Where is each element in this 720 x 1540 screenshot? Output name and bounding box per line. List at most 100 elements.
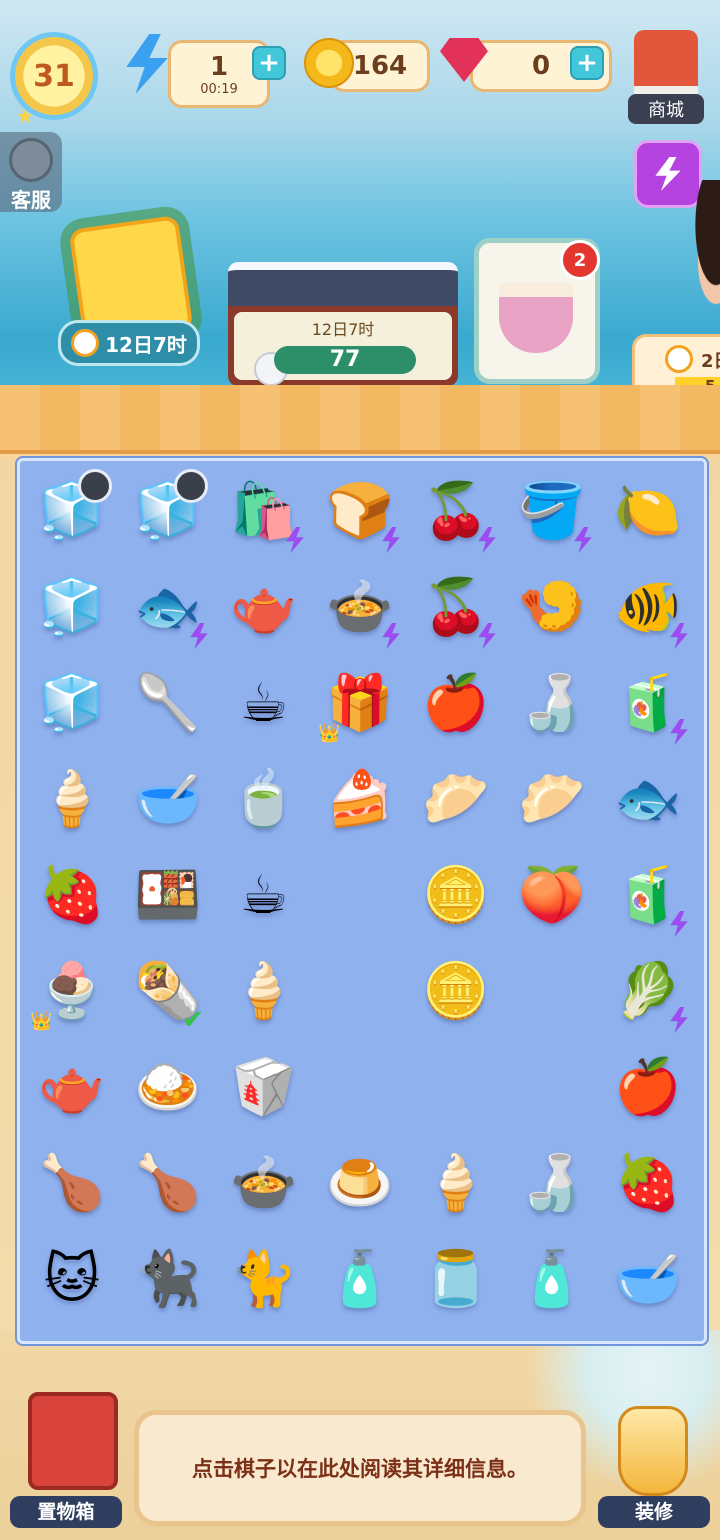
fish-cake-icon: 🐟	[134, 575, 202, 638]
board-item-green-pitcher[interactable]: 🫖	[218, 561, 310, 653]
board-item-fish-plate[interactable]: 🐟	[602, 753, 694, 845]
board-item-soft-serve[interactable]: 🍦	[218, 945, 310, 1037]
board-item-blue-fridge[interactable]: 🧊	[122, 465, 214, 557]
board-item-strawberry[interactable]: 🍓	[602, 1137, 694, 1229]
white-cat-icon: 🐱	[43, 1247, 101, 1310]
roast-leg-icon: 🍗	[38, 1151, 106, 1214]
board-item-strawberry[interactable]: 🍓	[26, 849, 118, 941]
add-gem-button[interactable]: +	[570, 46, 604, 80]
board-item-fish-bowl[interactable]: 🐠	[602, 561, 694, 653]
board-item-steamed-bun[interactable]: 🥟	[506, 753, 598, 845]
star-icon: ★	[16, 104, 34, 128]
board-item-green-blender[interactable]: 🧃	[602, 849, 694, 941]
storage-box-icon	[28, 1392, 118, 1490]
customer-service-button[interactable]: 客服	[0, 132, 62, 212]
board-item-fried-shrimp[interactable]: 🍤	[506, 561, 598, 653]
board-item-apple[interactable]: 🍎	[602, 1041, 694, 1133]
apple-icon: 🍎	[614, 1055, 682, 1118]
juice-blender-icon: 🧃	[614, 671, 682, 734]
board-item-wrap[interactable]: 🌯 ✔	[122, 945, 214, 1037]
black-cat-icon: 🐈‍⬛	[134, 1247, 202, 1310]
storage-button[interactable]: 置物箱	[10, 1388, 122, 1528]
merge-board: 🧊 🧊 🛍️ 🍞 🍒 🪣 🍋 🧊 🐟 🫖 🍲 🍒 🍤 🐠 🧊 🥄 ☕ 🎁 👑 🍎 🍶 🧃 🍦 🥣 🍵 🍰 🥟 🥟 🐟 🍓 🍱 ☕ 🪙 🍑 🧃 🍨 👑 🌯 ✔…	[17, 458, 707, 1344]
board-item-takeout-box[interactable]: 🥡	[218, 1041, 310, 1133]
board-item-ice-cubes[interactable]: 🧊	[26, 657, 118, 749]
paper-bag-icon: 🛍️	[230, 479, 298, 542]
board-item-tea-cup[interactable]: ☕	[218, 657, 310, 749]
board-item-vegetable-basket[interactable]: 🥬	[602, 945, 694, 1037]
board-item-black-cat[interactable]: 🐈‍⬛	[122, 1233, 214, 1325]
green-blender-icon: 🧃	[614, 863, 682, 926]
order-badge: 2	[560, 240, 600, 280]
add-energy-button[interactable]: +	[252, 46, 286, 80]
board-item-yellow-bucket[interactable]: 🪣	[506, 465, 598, 557]
board-item-fish-cake[interactable]: 🐟	[122, 561, 214, 653]
timer-icon	[78, 469, 112, 503]
strawberry-icon: 🍓	[38, 863, 106, 926]
decorate-label: 装修	[598, 1496, 710, 1528]
board-item-cream-jar[interactable]: 🫙	[410, 1233, 502, 1325]
board-item-bowl[interactable]: 🥣	[602, 1233, 694, 1325]
board-item-dessert-cup[interactable]: 🍮	[314, 1137, 406, 1229]
shop-button[interactable]: 商城	[628, 30, 704, 124]
board-item-ice-bowl[interactable]: 🧊	[26, 561, 118, 653]
board-item-white-cat[interactable]: 🐱	[26, 1233, 118, 1325]
board-item-toast-tray[interactable]: 🍞	[314, 465, 406, 557]
board-item-peach[interactable]: 🍑	[506, 849, 598, 941]
board-item-blue-fridge[interactable]: 🧊	[26, 465, 118, 557]
mystery-box-icon: 🎁	[326, 671, 394, 734]
board-item-soft-serve[interactable]: 🍦	[410, 1137, 502, 1229]
board-item-bento-box[interactable]: 🍱	[122, 849, 214, 941]
steamed-bun-icon: 🥟	[518, 767, 586, 830]
board-item-coin[interactable]: 🪙	[410, 849, 502, 941]
board-item-orange-cat[interactable]: 🐈	[218, 1233, 310, 1325]
board-item-coin[interactable]: 🪙	[410, 945, 502, 1037]
board-item-sake-set[interactable]: 🍶	[506, 1137, 598, 1229]
energy-timer: 00:19	[200, 81, 238, 97]
board-item-roast-chicken[interactable]: 🍗	[122, 1137, 214, 1229]
tea-cup-icon: ☕	[239, 671, 289, 734]
board-item-mystery-box[interactable]: 🎁 👑	[314, 657, 406, 749]
board-item-soup-bowl[interactable]: 🍲	[218, 1137, 310, 1229]
bento-box-icon: 🍱	[134, 863, 202, 926]
board-item-pomegranate[interactable]: 🍎	[410, 657, 502, 749]
sundae-bowl-icon: 🍨	[38, 959, 106, 1022]
board-item-sundae-bowl[interactable]: 🍨 👑	[26, 945, 118, 1037]
coin-icon: 🪙	[422, 959, 490, 1022]
crown-icon: 👑	[318, 723, 341, 744]
board-item-coffee-mug[interactable]: ☕	[218, 849, 310, 941]
board-item-matcha-cake[interactable]: 🍰	[314, 753, 406, 845]
board-item-juicer[interactable]: 🍋	[602, 465, 694, 557]
shrine-timer: 12日7时	[311, 320, 375, 339]
board-item-roast-leg[interactable]: 🍗	[26, 1137, 118, 1229]
board-item-ice-cream-cone[interactable]: 🍦	[26, 753, 118, 845]
board-item-teapot[interactable]: 🫖	[26, 1041, 118, 1133]
shop-icon	[634, 30, 698, 96]
bowl-icon: 🥣	[614, 1247, 682, 1310]
board-item-sake-set[interactable]: 🍶	[506, 657, 598, 749]
decorate-button[interactable]: 装修	[598, 1400, 710, 1528]
board-item-cherry-pan[interactable]: 🍒	[410, 465, 502, 557]
board-item-juice-blender[interactable]: 🧃	[602, 657, 694, 749]
board-item-purple-bottle[interactable]: 🧴	[506, 1233, 598, 1325]
character-portrait	[680, 180, 720, 330]
juicer-icon: 🍋	[614, 479, 682, 542]
yellow-bucket-icon: 🪣	[518, 479, 586, 542]
board-item-gold-pot[interactable]: 🍲	[314, 561, 406, 653]
ticket-timer: 12日7时	[58, 320, 200, 366]
orange-cat-icon: 🐈	[230, 1247, 298, 1310]
board-item-cherry-basket[interactable]: 🍒	[410, 561, 502, 653]
snow-shrine-event[interactable]: 12日7时 77	[228, 262, 458, 386]
board-item-curry-dish[interactable]: 🍛	[122, 1041, 214, 1133]
board-item-lidded-bowl[interactable]: 🍵	[218, 753, 310, 845]
board-item-spatula[interactable]: 🥄	[122, 657, 214, 749]
coin-value: 164	[352, 51, 408, 81]
sake-set-icon: 🍶	[518, 671, 586, 734]
gem-value: 0	[531, 51, 551, 81]
board-item-flower-bun[interactable]: 🥟	[410, 753, 502, 845]
board-item-flower-bowl[interactable]: 🥣	[122, 753, 214, 845]
board-item-purple-bottle[interactable]: 🧴	[314, 1233, 406, 1325]
level-number: 31	[33, 58, 75, 94]
board-item-paper-bag[interactable]: 🛍️	[218, 465, 310, 557]
empty-cell	[410, 1041, 502, 1133]
